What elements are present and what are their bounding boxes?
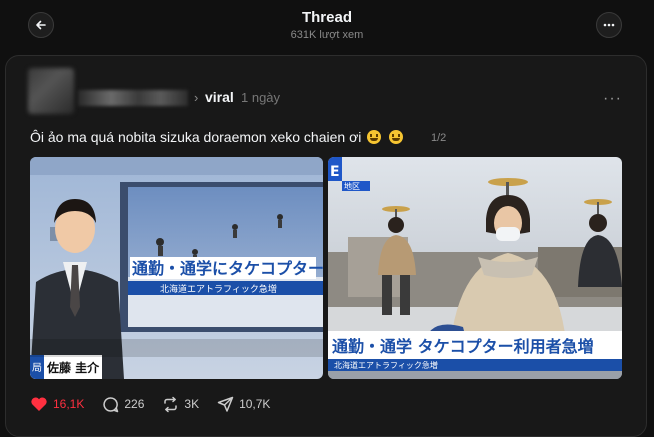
post-actions: 16,1K 226 3K 10,7K: [30, 394, 288, 414]
chevron-right-icon: ›: [194, 90, 199, 105]
top-bar: Thread 631K lượt xem: [0, 0, 654, 52]
community-link[interactable]: viral: [205, 89, 234, 105]
scene-sub: 北海道エアトラフィック急増: [334, 360, 438, 370]
share-icon: [217, 396, 234, 412]
post-caption: Ôi ảo ma quá nobita sizuka doraemon xeko…: [30, 129, 404, 145]
news-anchor-image: 通勤・通学にタケコプター 北海道エアトラフィック急増 局 佐藤 圭介: [30, 157, 323, 379]
repost-button[interactable]: 3K: [162, 396, 199, 413]
like-count: 16,1K: [53, 397, 85, 411]
grin-emoji-icon: [367, 130, 382, 144]
scene-banner: 通勤・通学 タケコプター利用者急増: [332, 337, 594, 356]
scene-region: 地区: [344, 181, 360, 191]
post-time: 1 ngày: [241, 90, 281, 105]
comment-count: 226: [124, 397, 145, 411]
anchor-banner: 通勤・通学にタケコプター: [132, 259, 323, 278]
scene-tag: E: [330, 164, 340, 180]
view-count: 631K lượt xem: [290, 29, 364, 41]
repost-count: 3K: [184, 397, 200, 411]
media-image-2[interactable]: E 地区 通勤・通学 タケコプター利用者急増 北海道エアトラフィック急増: [328, 157, 622, 379]
anchor-name: 佐藤 圭介: [46, 360, 100, 375]
like-button[interactable]: 16,1K: [30, 396, 84, 412]
grin-emoji-icon: [389, 130, 404, 144]
comment-icon: [103, 396, 119, 412]
caption-text: Ôi ảo ma quá nobita sizuka doraemon xeko…: [30, 129, 362, 145]
media-pager: 1/2: [431, 132, 447, 144]
author-name-blurred[interactable]: [78, 90, 188, 106]
thread-more-button[interactable]: [596, 12, 622, 38]
page-title: Thread: [301, 9, 352, 26]
street-scene-image: E 地区 通勤・通学 タケコプター利用者急増 北海道エアトラフィック急増: [328, 157, 622, 379]
repost-icon: [164, 396, 178, 412]
share-button[interactable]: 10,7K: [217, 396, 270, 413]
more-icon: [603, 23, 615, 27]
anchor-corner: 局: [32, 362, 42, 374]
anchor-sub: 北海道エアトラフィック急増: [160, 283, 277, 295]
media-image-1[interactable]: 通勤・通学にタケコプター 北海道エアトラフィック急増 局 佐藤 圭介: [30, 157, 323, 379]
post-more-button[interactable]: ···: [603, 90, 622, 108]
heart-icon: [31, 397, 47, 411]
post-card: › viral 1 ngày ··· Ôi ảo ma quá nobita s…: [5, 55, 647, 437]
avatar[interactable]: [28, 68, 74, 114]
comment-button[interactable]: 226: [102, 396, 144, 413]
share-count: 10,7K: [239, 397, 271, 411]
